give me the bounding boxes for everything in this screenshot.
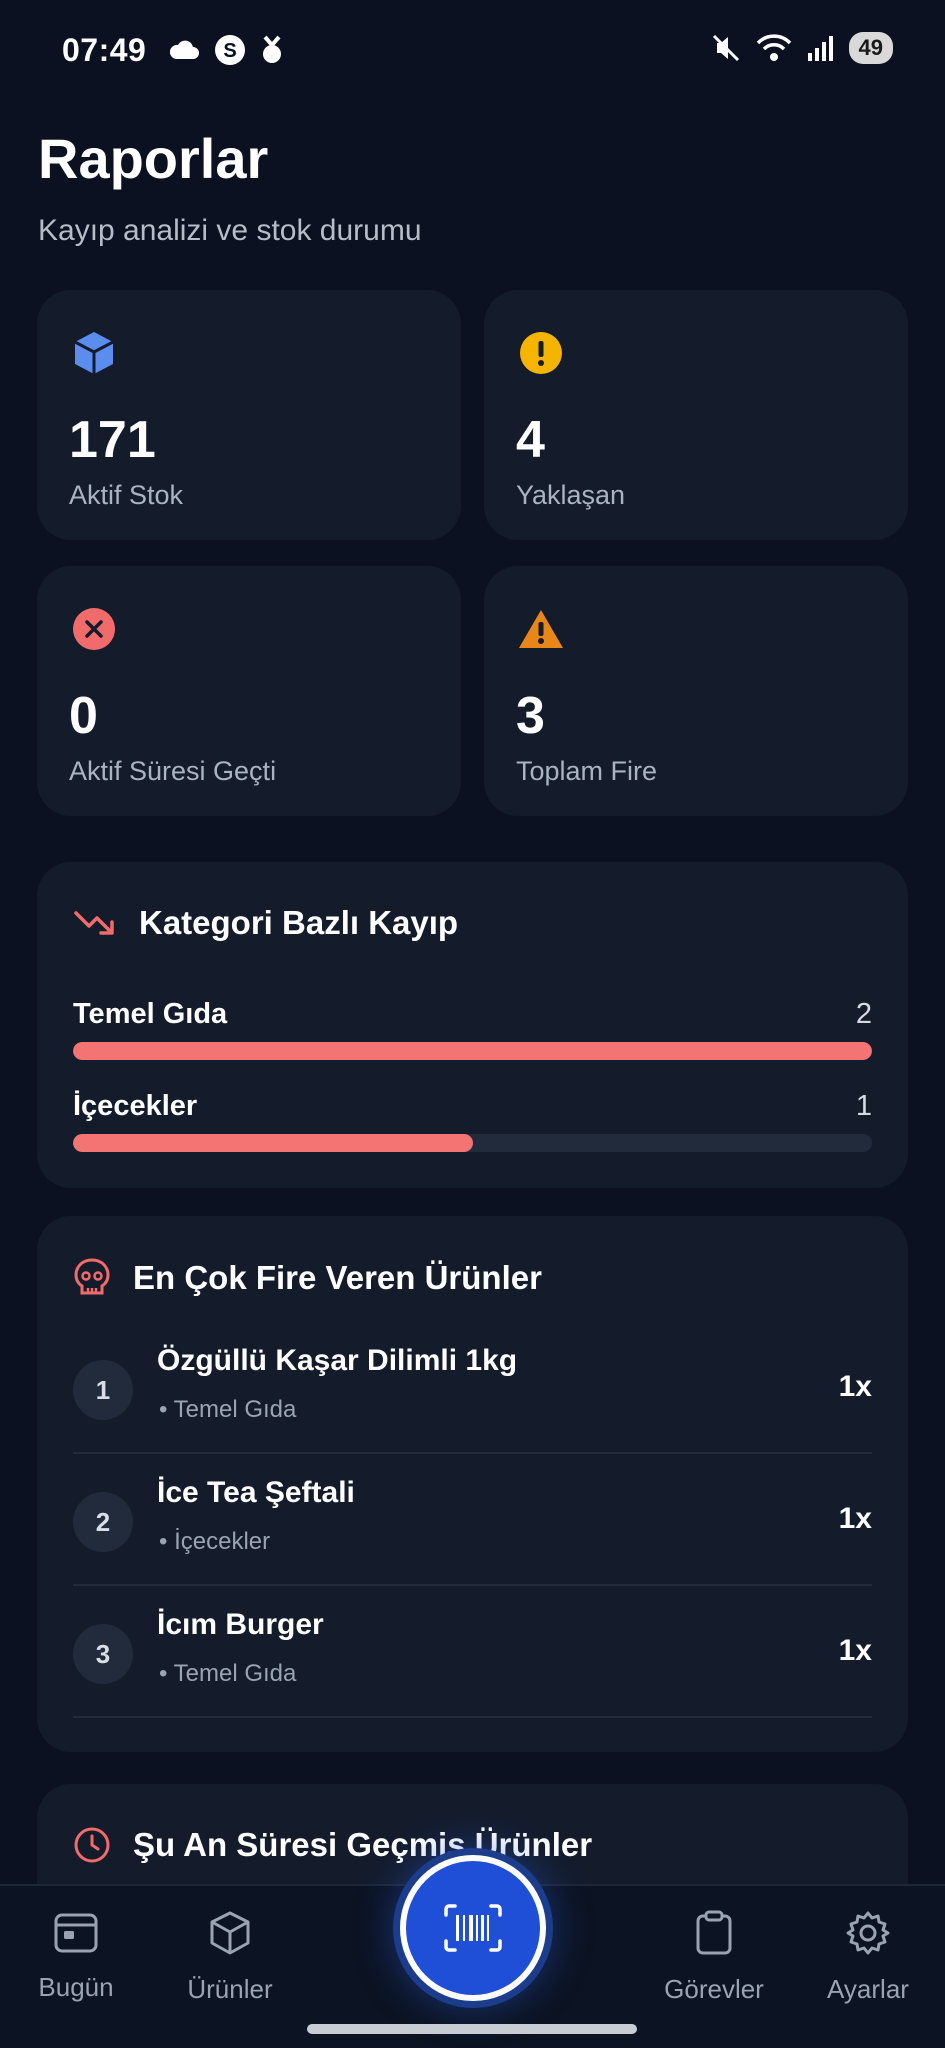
gear-icon (846, 1911, 890, 1955)
product-quantity: 1x (838, 1370, 872, 1403)
nav-label: Bugün (38, 1972, 114, 2002)
svg-text:S: S (223, 40, 236, 62)
battery-indicator: 49 (848, 32, 893, 64)
page-title: Raporlar (38, 127, 269, 190)
stat-value: 171 (69, 411, 156, 469)
panel-header: Kategori Bazlı Kayıp (73, 904, 458, 942)
nav-label: Görevler (664, 1974, 764, 2004)
status-time: 07:49 (62, 32, 147, 68)
rank-badge: 1 (73, 1360, 133, 1420)
status-notification-icons: S (168, 34, 284, 66)
product-name: Özgüllü Kaşar Dilimli 1kg (157, 1344, 518, 1377)
stat-label: Toplam Fire (516, 756, 658, 786)
stat-value: 0 (69, 687, 98, 745)
warning-icon (518, 606, 564, 652)
skull-icon (74, 1258, 110, 1295)
shazam-icon: S (215, 35, 245, 65)
product-row[interactable]: 1 Özgüllü Kaşar Dilimli 1kg Temel Gıda 1… (73, 1322, 872, 1454)
stat-label: Yaklaşan (516, 480, 626, 510)
clipboard-icon (696, 1910, 732, 1955)
wifi-icon (756, 34, 791, 61)
stat-card-active-stock[interactable]: 171 Aktif Stok (37, 290, 461, 540)
stat-value: 4 (516, 411, 545, 469)
category-count: 2 (855, 998, 872, 1030)
product-category: Temel Gıda (159, 1396, 297, 1424)
product-quantity: 1x (838, 1634, 872, 1667)
nav-item-today[interactable]: Bugün (11, 1910, 141, 2003)
status-system-icons: 49 (711, 32, 893, 64)
nav-item-tasks[interactable]: Görevler (649, 1910, 779, 2005)
nav-item-products[interactable]: Ürünler (165, 1910, 295, 2005)
product-quantity: 1x (838, 1502, 872, 1535)
nav-item-settings[interactable]: Ayarlar (803, 1910, 933, 2005)
rank-badge: 3 (73, 1624, 133, 1684)
category-name: Temel Gıda (73, 998, 228, 1030)
panel-title: Kategori Bazlı Kayıp (139, 904, 459, 941)
exclamation-icon (518, 330, 564, 376)
product-name: İce Tea Şeftali (157, 1476, 355, 1509)
category-count: 1 (855, 1090, 872, 1122)
loss-bar-fill (73, 1134, 473, 1152)
panel-header: Şu An Süresi Geçmiş Ürünler (73, 1826, 592, 1864)
page-subtitle: Kayıp analizi ve stok durumu (38, 214, 422, 247)
top-waste-panel: En Çok Fire Veren Ürünler 1 Özgüllü Kaşa… (37, 1216, 908, 1752)
status-bar: 07:49 S 49 (0, 0, 945, 100)
box-icon (210, 1911, 250, 1955)
signal-icon (807, 36, 833, 61)
nav-label: Ürünler (187, 1974, 273, 2004)
product-row[interactable]: 2 İce Tea Şeftali İçecekler 1x (73, 1454, 872, 1586)
product-category: Temel Gıda (159, 1660, 297, 1688)
medal-icon (263, 35, 281, 63)
category-row[interactable]: Temel Gıda 2 (73, 998, 872, 1064)
x-circle-icon (71, 606, 117, 652)
category-name: İçecekler (73, 1090, 198, 1122)
product-row[interactable]: 3 İcım Burger Temel Gıda 1x (73, 1586, 872, 1718)
rank-badge: 2 (73, 1492, 133, 1552)
product-category: İçecekler (159, 1528, 270, 1556)
cube-icon (71, 330, 117, 376)
calendar-icon (54, 1913, 98, 1953)
product-name: İcım Burger (157, 1608, 324, 1641)
nav-label: Ayarlar (827, 1974, 909, 2004)
stat-card-expired[interactable]: 0 Aktif Süresi Geçti (37, 566, 461, 816)
panel-title: Şu An Süresi Geçmiş Ürünler (133, 1826, 593, 1863)
loss-bar-fill (73, 1042, 872, 1060)
stat-label: Aktif Süresi Geçti (69, 756, 277, 786)
mute-icon (712, 34, 739, 62)
category-loss-panel: Kategori Bazlı Kayıp Temel Gıda 2 İçecek… (37, 862, 908, 1188)
cloud-icon (169, 40, 199, 59)
trending-down-icon (74, 911, 114, 935)
loss-bar-track (73, 1042, 872, 1060)
loss-bar-track (73, 1134, 872, 1152)
panel-header: En Çok Fire Veren Ürünler (73, 1258, 542, 1298)
stat-card-total-waste[interactable]: 3 Toplam Fire (484, 566, 908, 816)
barcode-scan-icon (444, 1904, 502, 1952)
stat-value: 3 (516, 687, 545, 745)
stat-label: Aktif Stok (69, 480, 184, 510)
scan-barcode-button[interactable] (393, 1848, 553, 2008)
clock-icon (74, 1827, 110, 1863)
category-row[interactable]: İçecekler 1 (73, 1090, 872, 1156)
stat-card-approaching[interactable]: 4 Yaklaşan (484, 290, 908, 540)
panel-title: En Çok Fire Veren Ürünler (133, 1259, 542, 1296)
home-indicator[interactable] (307, 2024, 637, 2034)
